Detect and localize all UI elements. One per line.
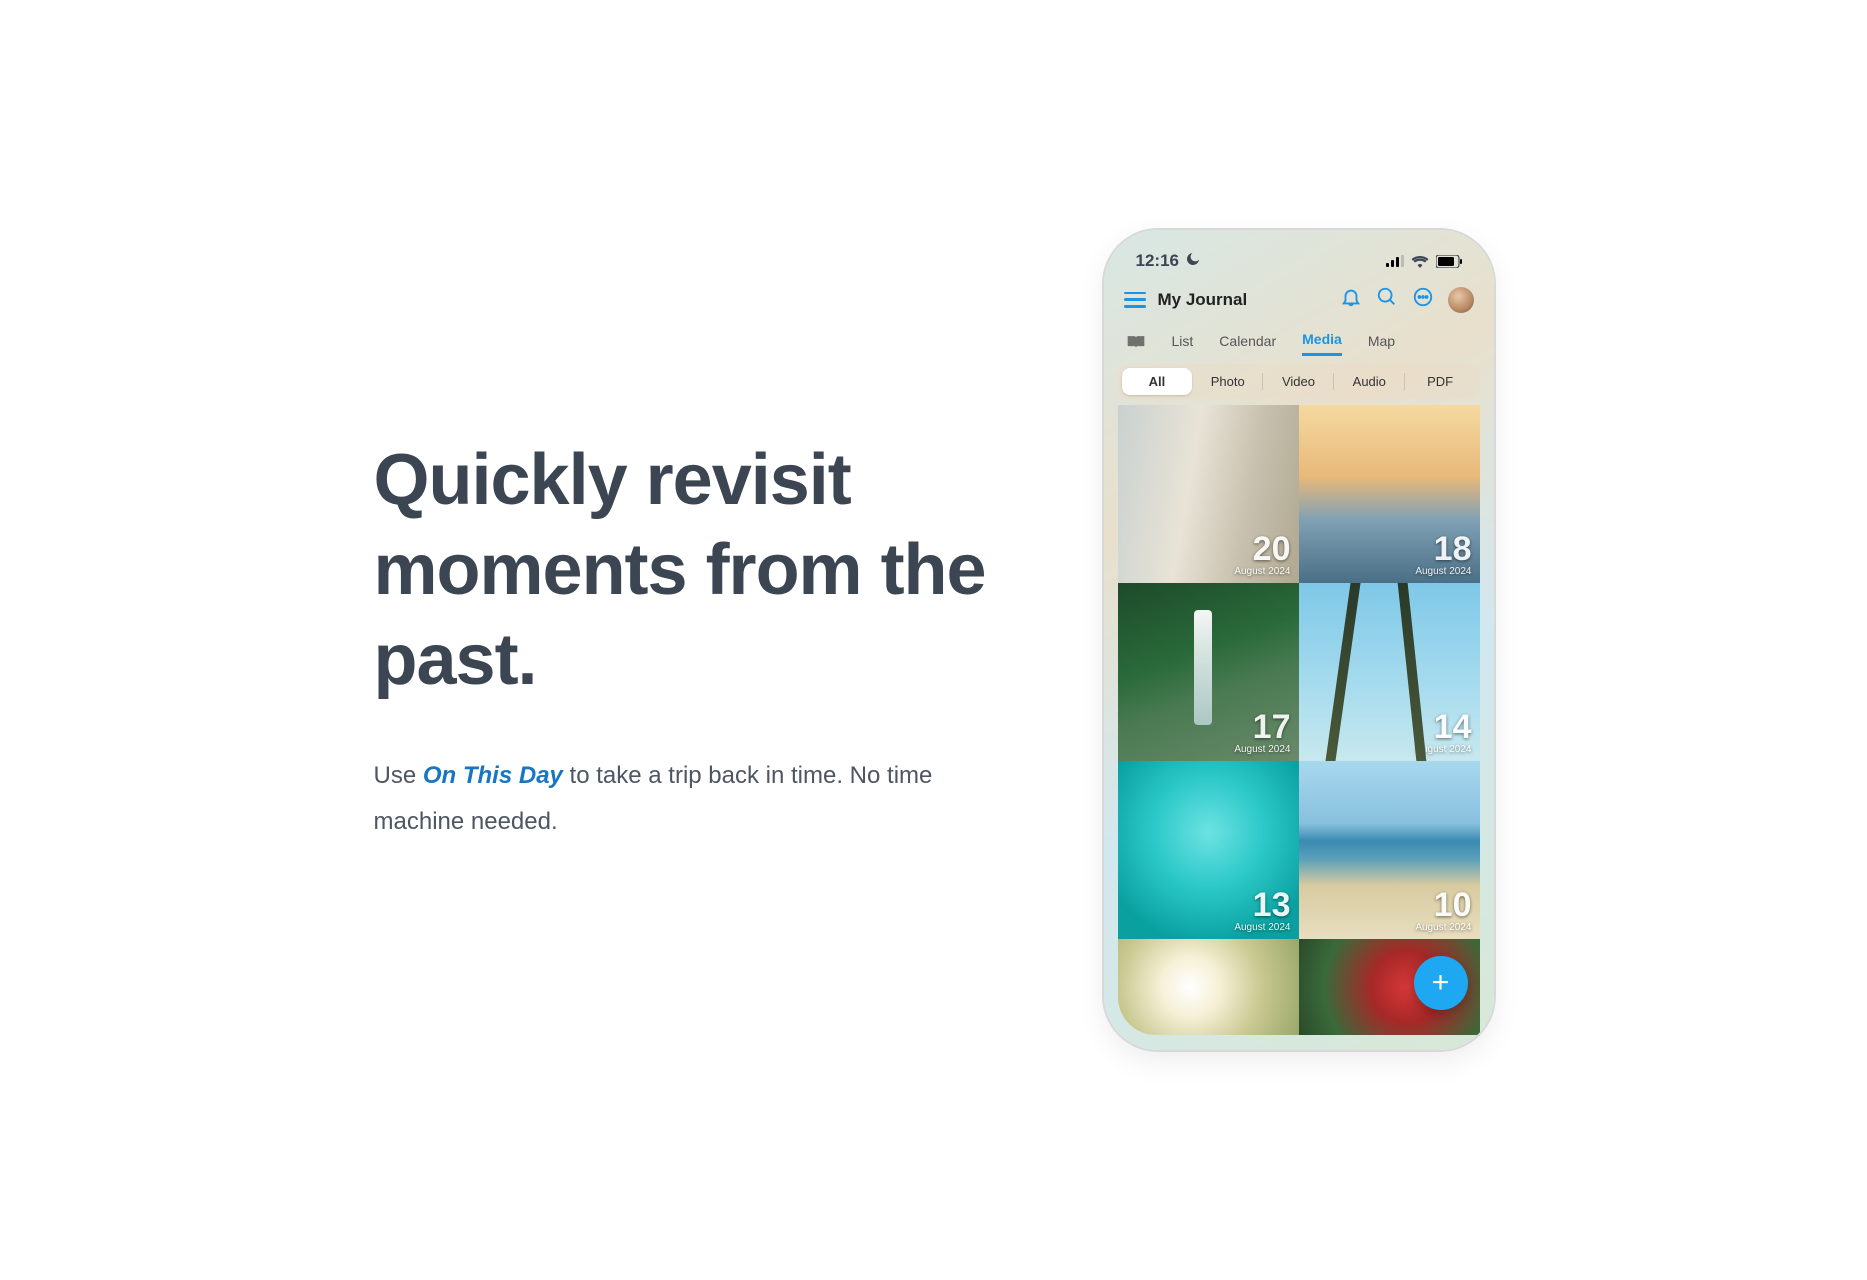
media-item-paddleboard[interactable]: 18 August 2024 <box>1299 405 1480 583</box>
hero-subtext-prefix: Use <box>374 762 423 789</box>
media-day: 13 <box>1234 888 1290 922</box>
more-icon[interactable] <box>1412 286 1434 313</box>
search-icon[interactable] <box>1376 286 1398 313</box>
media-month: August 2024 <box>1415 922 1471 933</box>
plus-icon: + <box>1432 966 1450 1000</box>
view-tabs: List Calendar Media Map <box>1118 321 1480 356</box>
marketing-section: Quickly revisit moments from the past. U… <box>0 0 1867 1280</box>
status-bar: 12:16 <box>1118 246 1480 276</box>
media-month: August 2024 <box>1234 922 1290 933</box>
media-day: 10 <box>1415 888 1471 922</box>
media-item-surfboards[interactable]: 20 August 2024 <box>1118 405 1299 583</box>
filter-audio[interactable]: Audio <box>1334 368 1405 395</box>
media-item-palms[interactable]: 14 August 2024 <box>1299 583 1480 761</box>
phone-mock: 12:16 <box>1104 230 1494 1050</box>
media-day: 20 <box>1234 532 1290 566</box>
media-month: August 2024 <box>1234 566 1290 577</box>
hero-subtext: Use On This Day to take a trip back in t… <box>374 753 1014 844</box>
media-item-flower[interactable] <box>1118 939 1299 1035</box>
media-month: August 2024 <box>1234 744 1290 755</box>
media-date: 10 August 2024 <box>1415 888 1471 933</box>
signal-icon <box>1386 255 1404 267</box>
media-day: 14 <box>1415 710 1471 744</box>
status-time: 12:16 <box>1136 251 1179 271</box>
filter-photo[interactable]: Photo <box>1192 368 1263 395</box>
filter-all[interactable]: All <box>1122 368 1193 395</box>
media-day: 17 <box>1234 710 1290 744</box>
filter-video[interactable]: Video <box>1263 368 1334 395</box>
media-grid: 20 August 2024 18 August 2024 17 August … <box>1118 405 1480 1035</box>
avatar[interactable] <box>1448 287 1474 313</box>
media-filters: All Photo Video Audio PDF <box>1118 364 1480 399</box>
media-date: 18 August 2024 <box>1415 532 1471 577</box>
media-item-snorkel[interactable]: 13 August 2024 <box>1118 761 1299 939</box>
tab-calendar[interactable]: Calendar <box>1219 333 1276 355</box>
hero-heading: Quickly revisit moments from the past. <box>374 435 1014 705</box>
tab-map[interactable]: Map <box>1368 333 1395 355</box>
hero-subtext-highlight: On This Day <box>423 762 563 789</box>
battery-icon <box>1436 255 1462 268</box>
media-month: August 2024 <box>1415 744 1471 755</box>
add-entry-button[interactable]: + <box>1414 956 1468 1010</box>
media-item-waterfall[interactable]: 17 August 2024 <box>1118 583 1299 761</box>
media-date: 17 August 2024 <box>1234 710 1290 755</box>
moon-icon <box>1185 251 1201 272</box>
bell-icon[interactable] <box>1340 286 1362 313</box>
media-date: 13 August 2024 <box>1234 888 1290 933</box>
media-date: 20 August 2024 <box>1234 532 1290 577</box>
media-month: August 2024 <box>1415 566 1471 577</box>
tab-list[interactable]: List <box>1172 333 1194 355</box>
hero-copy: Quickly revisit moments from the past. U… <box>374 435 1014 844</box>
journal-title[interactable]: My Journal <box>1158 290 1248 310</box>
media-date: 14 August 2024 <box>1415 710 1471 755</box>
media-item-beach[interactable]: 10 August 2024 <box>1299 761 1480 939</box>
book-icon[interactable] <box>1126 334 1146 353</box>
tab-media[interactable]: Media <box>1302 331 1342 356</box>
media-day: 18 <box>1415 532 1471 566</box>
wifi-icon <box>1411 255 1429 268</box>
app-header: My Journal <box>1118 276 1480 321</box>
menu-icon[interactable] <box>1124 292 1146 308</box>
filter-pdf[interactable]: PDF <box>1405 368 1476 395</box>
